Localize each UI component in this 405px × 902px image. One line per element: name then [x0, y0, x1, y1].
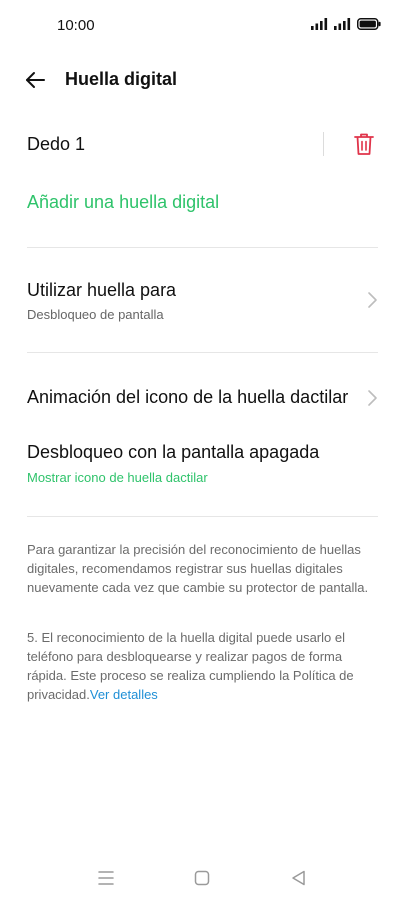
use-fingerprint-subtitle: Desbloqueo de pantalla	[27, 307, 164, 322]
icon-animation-item[interactable]: Animación del icono de la huella dactila…	[0, 376, 405, 420]
signal-icon	[334, 18, 351, 30]
use-fingerprint-title: Utilizar huella para	[27, 280, 177, 300]
finger-item[interactable]: Dedo 1	[0, 122, 405, 166]
signal-icon	[311, 18, 328, 30]
icon-animation-title: Animación del icono de la huella dactila…	[27, 387, 349, 407]
screen-off-unlock-title: Desbloqueo con la pantalla apagada	[27, 442, 320, 462]
screen-off-unlock-subtitle: Mostrar icono de huella dactilar	[27, 470, 208, 485]
home-icon[interactable]	[192, 868, 212, 888]
chevron-right-icon	[368, 390, 377, 406]
finger-name: Dedo 1	[27, 134, 86, 154]
status-time: 10:00	[57, 17, 95, 34]
chevron-right-icon	[368, 292, 377, 308]
header: Huella digital	[0, 58, 405, 102]
privacy-note-text: 5. El reconocimiento de la huella digita…	[27, 630, 354, 702]
privacy-note: 5. El reconocimiento de la huella digita…	[27, 628, 379, 704]
back-triangle-icon[interactable]	[289, 868, 309, 888]
status-bar: 10:00	[0, 0, 405, 52]
divider	[323, 132, 324, 156]
use-fingerprint-for-item[interactable]: Utilizar huella para Desbloqueo de panta…	[0, 270, 405, 334]
screen-off-unlock-item[interactable]: Desbloqueo con la pantalla apagada Mostr…	[0, 432, 405, 492]
battery-icon	[357, 18, 381, 30]
arrow-left-icon[interactable]	[23, 68, 47, 92]
divider	[27, 352, 378, 353]
divider	[27, 247, 378, 248]
divider	[27, 516, 378, 517]
trash-icon[interactable]	[353, 132, 375, 156]
menu-icon[interactable]	[96, 868, 116, 888]
page-title: Huella digital	[65, 69, 178, 89]
add-fingerprint-button[interactable]: Añadir una huella digital	[27, 192, 219, 213]
navigation-bar	[0, 860, 405, 896]
details-link[interactable]: Ver detalles	[90, 687, 158, 702]
recommendation-note: Para garantizar la precisión del reconoc…	[27, 542, 369, 595]
status-icons	[311, 18, 381, 30]
